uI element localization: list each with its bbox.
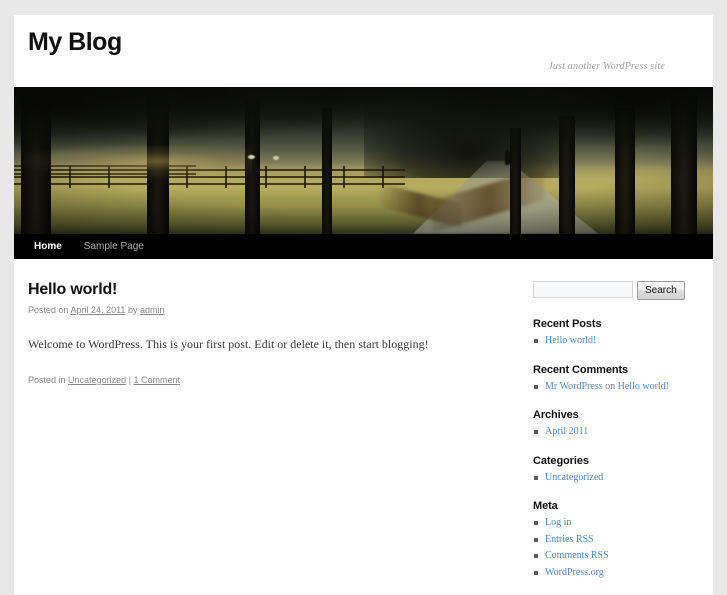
list-item: Mr WordPress on Hello world! <box>533 380 695 395</box>
header-image-vignette <box>14 87 713 234</box>
comment-on-label: on <box>605 380 616 392</box>
widget-recent-comments: Recent Comments Mr WordPress on Hello wo… <box>533 364 695 395</box>
widget-list: Mr WordPress on Hello world! <box>533 380 695 395</box>
post-article: Hello world! Posted on April 24, 2011 by… <box>28 281 515 387</box>
widget-list: Uncategorized <box>533 471 695 486</box>
comment-author-link[interactable]: Mr WordPress <box>545 381 603 392</box>
meta-link-comments-rss[interactable]: Comments RSS <box>545 550 609 561</box>
list-item: Log in <box>533 516 695 531</box>
post-title: Hello world! <box>28 281 515 299</box>
sidebar: Search Recent Posts Hello world! Recent … <box>533 281 695 595</box>
widget-title: Recent Comments <box>533 363 629 376</box>
nav-item-sample-page[interactable]: Sample Page <box>84 234 144 259</box>
meta-link-entries-rss[interactable]: Entries RSS <box>545 534 594 545</box>
post-title-link[interactable]: Hello world! <box>28 281 117 298</box>
post-meta: Posted on April 24, 2011 by admin <box>28 304 515 318</box>
category-link[interactable]: Uncategorized <box>545 472 603 483</box>
footer-separator: | <box>128 374 131 385</box>
header-image <box>14 87 713 234</box>
search-input[interactable] <box>533 281 633 298</box>
list-item: Uncategorized <box>533 471 695 486</box>
list-item: Comments RSS <box>533 549 695 564</box>
widget-list: April 2011 <box>533 425 695 440</box>
widget-archives: Archives April 2011 <box>533 409 695 440</box>
site-description: Just another WordPress site <box>548 61 665 72</box>
post-category-link[interactable]: Uncategorized <box>68 375 126 385</box>
primary-content: Hello world! Posted on April 24, 2011 by… <box>28 281 533 595</box>
posted-on-label: Posted on <box>28 305 69 315</box>
widget-list: Log in Entries RSS Comments RSS WordPres… <box>533 516 695 580</box>
site-title: My Blog <box>14 28 713 57</box>
widget-title: Meta <box>533 500 558 512</box>
post-comments-link[interactable]: 1 Comment <box>133 375 180 385</box>
site-title-link[interactable]: My Blog <box>28 28 122 56</box>
archive-link[interactable]: April 2011 <box>545 426 588 437</box>
list-item: WordPress.org <box>533 566 695 581</box>
widget-title: Archives <box>533 409 579 421</box>
post-footer: Posted in Uncategorized | 1 Comment <box>28 374 515 388</box>
search-form: Search <box>533 281 695 300</box>
by-label: by <box>127 305 138 315</box>
widget-title: Recent Posts <box>533 318 602 330</box>
post-content: Welcome to WordPress. This is your first… <box>28 336 429 351</box>
list-item: April 2011 <box>533 425 695 440</box>
nav-item-home[interactable]: Home <box>34 234 62 259</box>
meta-link-wordpress-org[interactable]: WordPress.org <box>545 567 604 578</box>
comment-post-link[interactable]: Hello world! <box>618 381 669 392</box>
site-header: My Blog Just another WordPress site <box>14 15 713 87</box>
meta-link-login[interactable]: Log in <box>545 517 571 528</box>
widget-recent-posts: Recent Posts Hello world! <box>533 318 695 349</box>
widget-categories: Categories Uncategorized <box>533 455 695 486</box>
page-wrapper: My Blog Just another WordPress site Home… <box>14 15 713 595</box>
widget-meta: Meta Log in Entries RSS Comments RSS Wor… <box>533 500 695 580</box>
search-button[interactable]: Search <box>637 281 685 300</box>
post-author-link[interactable]: admin <box>140 305 165 315</box>
post-date-link[interactable]: April 24, 2011 <box>71 305 126 315</box>
list-item: Hello world! <box>533 334 695 349</box>
widget-title: Categories <box>533 454 589 467</box>
recent-post-link[interactable]: Hello world! <box>545 335 596 346</box>
widget-list: Hello world! <box>533 334 695 349</box>
main-navigation: Home Sample Page <box>14 234 713 259</box>
posted-in-label: Posted in <box>28 374 66 385</box>
